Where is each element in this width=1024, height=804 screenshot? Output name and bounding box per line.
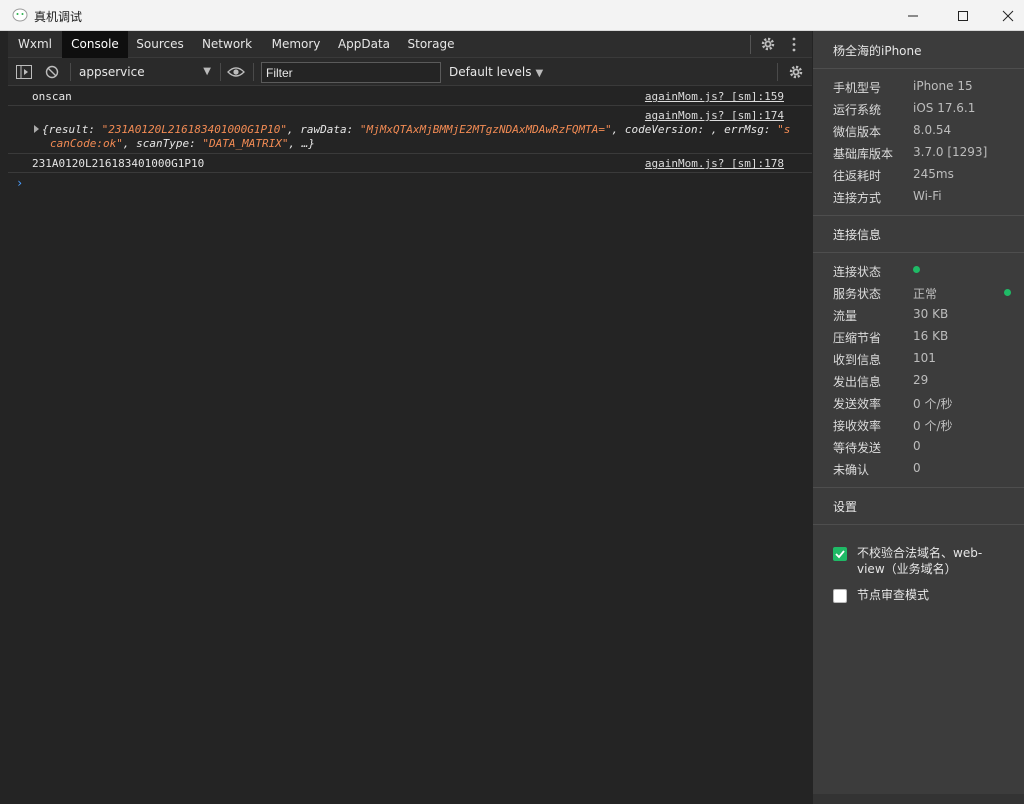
tab-network[interactable]: Network (192, 31, 262, 58)
tab-storage[interactable]: Storage (398, 31, 464, 58)
tab-sources[interactable]: Sources (128, 31, 192, 58)
log-entry: 231A0120L216183401000G1P10 againMom.js? … (8, 154, 812, 173)
close-icon (1002, 10, 1014, 21)
maximize-button[interactable] (940, 0, 986, 31)
log-object-preview[interactable]: {result: "231A0120L216183401000G1P10", r… (42, 123, 792, 137)
tab-console[interactable]: Console (62, 31, 128, 58)
log-object-preview-continued: canCode:ok", scanType: "DATA_MATRIX", …} (50, 137, 315, 150)
connection-section-title: 连接信息 (833, 228, 882, 242)
console-output: onscan againMom.js? [sm]:159 againMom.js… (8, 86, 812, 804)
chevron-down-icon: ▼ (535, 68, 544, 79)
devtools-tabbar: Wxml Console Sources Network Memory AppD… (8, 31, 812, 58)
title-bar: 真机调试 (0, 0, 1024, 31)
console-prompt[interactable]: › (16, 176, 23, 190)
wechat-devtools-icon (12, 8, 28, 22)
context-select[interactable]: appservice ▼ (79, 63, 211, 81)
log-source-link[interactable]: againMom.js? [sm]:178 (645, 157, 784, 170)
console-toolbar: appservice ▼ Default levels▼ (8, 58, 812, 86)
node-inspect-label: 节点审查模式 (857, 588, 930, 602)
tab-appdata[interactable]: AppData (330, 31, 398, 58)
more-menu-icon[interactable] (791, 37, 797, 52)
maximize-icon (958, 10, 968, 21)
panel-divider (813, 215, 1024, 216)
log-message: 231A0120L216183401000G1P10 (32, 157, 205, 170)
minimize-icon (908, 15, 918, 16)
panel-scrollbar[interactable] (813, 794, 1024, 804)
context-select-value: appservice (79, 65, 145, 79)
panel-divider (813, 487, 1024, 488)
panel-divider (813, 524, 1024, 525)
devtools-panel: Wxml Console Sources Network Memory AppD… (8, 31, 812, 804)
service-status-dot (1004, 289, 1011, 296)
node-inspect-checkbox[interactable] (833, 589, 847, 603)
eye-icon[interactable] (227, 66, 245, 78)
skip-domain-check-checkbox[interactable] (833, 547, 847, 561)
tab-wxml[interactable]: Wxml (8, 31, 62, 58)
connection-status-dot (913, 266, 920, 273)
gear-icon[interactable] (760, 36, 776, 52)
panel-divider (813, 252, 1024, 253)
console-settings-gear-icon[interactable] (788, 64, 804, 80)
log-source-link[interactable]: againMom.js? [sm]:174 (645, 109, 784, 122)
close-button[interactable] (985, 0, 1024, 31)
node-inspect-option[interactable]: 节点审查模式 (833, 587, 1013, 605)
log-entry: onscan againMom.js? [sm]:159 (8, 86, 812, 106)
toolbar-divider (253, 63, 254, 81)
log-entry: againMom.js? [sm]:174 {result: "231A0120… (8, 106, 812, 154)
chevron-down-icon: ▼ (203, 66, 211, 77)
settings-section-title: 设置 (833, 500, 858, 514)
window-title: 真机调试 (34, 10, 83, 24)
log-levels-value: Default levels (449, 65, 532, 79)
skip-domain-check-option[interactable]: 不校验合法域名、web-view（业务域名） (833, 545, 1013, 579)
tabbar-divider (750, 35, 751, 54)
checkmark-icon (835, 550, 845, 559)
sidebar-toggle-icon[interactable] (16, 65, 32, 79)
log-message: onscan (32, 90, 72, 103)
device-name: 杨全海的iPhone (833, 44, 922, 58)
toolbar-divider (777, 63, 778, 81)
filter-input[interactable] (261, 62, 441, 83)
skip-domain-check-label: 不校验合法域名、web-view（业务域名） (857, 546, 983, 576)
info-row: 服务状态 正常 (833, 285, 1013, 301)
device-info-panel: 杨全海的iPhone 手机型号 iPhone 15 运行系统 iOS 17.6.1 … (813, 31, 1024, 804)
expand-triangle-icon[interactable] (34, 125, 39, 133)
toolbar-divider (70, 63, 71, 81)
minimize-button[interactable] (890, 0, 936, 31)
toolbar-divider (220, 63, 221, 81)
log-levels-select[interactable]: Default levels ▼ (449, 63, 543, 83)
clear-console-icon[interactable] (45, 65, 59, 79)
tab-memory[interactable]: Memory (262, 31, 330, 58)
panel-divider (813, 68, 1024, 69)
log-source-link[interactable]: againMom.js? [sm]:159 (645, 90, 784, 103)
